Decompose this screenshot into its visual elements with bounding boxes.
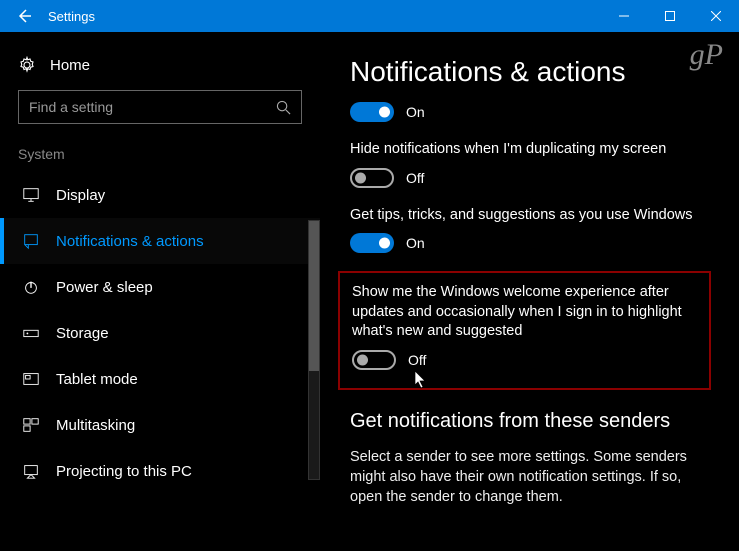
notification-icon xyxy=(22,232,40,250)
display-icon xyxy=(22,186,40,204)
maximize-icon xyxy=(665,11,675,21)
window-title: Settings xyxy=(48,9,601,24)
minimize-button[interactable] xyxy=(601,0,647,32)
arrow-left-icon xyxy=(16,8,32,24)
content-pane: Notifications & actions On Hide notifica… xyxy=(320,32,739,551)
senders-heading: Get notifications from these senders xyxy=(350,410,711,433)
setting-label: Get tips, tricks, and suggestions as you… xyxy=(350,206,711,226)
setting-tips: Get tips, tricks, and suggestions as you… xyxy=(350,206,711,254)
setting-welcome-experience: Show me the Windows welcome experience a… xyxy=(352,283,697,370)
close-button[interactable] xyxy=(693,0,739,32)
gear-icon xyxy=(18,56,36,74)
senders-description: Select a sender to see more settings. So… xyxy=(350,447,711,508)
multitasking-icon xyxy=(22,416,40,434)
scrollbar-thumb[interactable] xyxy=(309,221,319,371)
highlight-box: Show me the Windows welcome experience a… xyxy=(338,271,711,390)
toggle-state: Off xyxy=(406,170,424,186)
sidebar-item-display[interactable]: Display xyxy=(0,172,320,218)
sidebar-item-label: Storage xyxy=(56,325,109,342)
mouse-cursor-icon xyxy=(414,370,428,390)
maximize-button[interactable] xyxy=(647,0,693,32)
toggle-welcome-experience[interactable] xyxy=(352,350,396,370)
toggle-hide-duplicating[interactable] xyxy=(350,168,394,188)
sidebar-item-label: Notifications & actions xyxy=(56,233,204,250)
sidebar-item-power[interactable]: Power & sleep xyxy=(0,264,320,310)
setting-label: Hide notifications when I'm duplicating … xyxy=(350,140,711,160)
setting-hide-duplicating: Hide notifications when I'm duplicating … xyxy=(350,140,711,188)
storage-icon xyxy=(22,324,40,342)
section-label: System xyxy=(0,146,320,172)
titlebar: Settings xyxy=(0,0,739,32)
minimize-icon xyxy=(619,11,629,21)
setting-label: Show me the Windows welcome experience a… xyxy=(352,283,697,342)
sidebar-item-projecting[interactable]: Projecting to this PC xyxy=(0,448,320,494)
sidebar-item-label: Tablet mode xyxy=(56,371,138,388)
tablet-icon xyxy=(22,370,40,388)
toggle-notifications-master[interactable] xyxy=(350,102,394,122)
search-input[interactable] xyxy=(29,99,276,115)
power-icon xyxy=(22,278,40,296)
back-button[interactable] xyxy=(0,0,48,32)
sidebar-item-label: Projecting to this PC xyxy=(56,463,192,480)
sidebar-scrollbar[interactable] xyxy=(308,220,320,480)
sidebar-item-label: Power & sleep xyxy=(56,279,153,296)
sidebar: Home System Display Notifications & acti… xyxy=(0,32,320,551)
toggle-state: On xyxy=(406,235,425,251)
sidebar-item-tablet[interactable]: Tablet mode xyxy=(0,356,320,402)
sidebar-item-multitasking[interactable]: Multitasking xyxy=(0,402,320,448)
toggle-tips[interactable] xyxy=(350,233,394,253)
home-link[interactable]: Home xyxy=(0,50,320,90)
home-label: Home xyxy=(50,57,90,74)
sidebar-item-notifications[interactable]: Notifications & actions xyxy=(0,218,320,264)
page-title: Notifications & actions xyxy=(350,56,711,88)
projecting-icon xyxy=(22,462,40,480)
sidebar-item-label: Multitasking xyxy=(56,417,135,434)
toggle-state: On xyxy=(406,104,425,120)
close-icon xyxy=(711,11,721,21)
search-input-wrap[interactable] xyxy=(18,90,302,124)
sidebar-item-label: Display xyxy=(56,187,105,204)
toggle-state: Off xyxy=(408,352,426,368)
sidebar-item-storage[interactable]: Storage xyxy=(0,310,320,356)
setting-notifications-master: On xyxy=(350,102,711,122)
search-icon xyxy=(276,100,291,115)
